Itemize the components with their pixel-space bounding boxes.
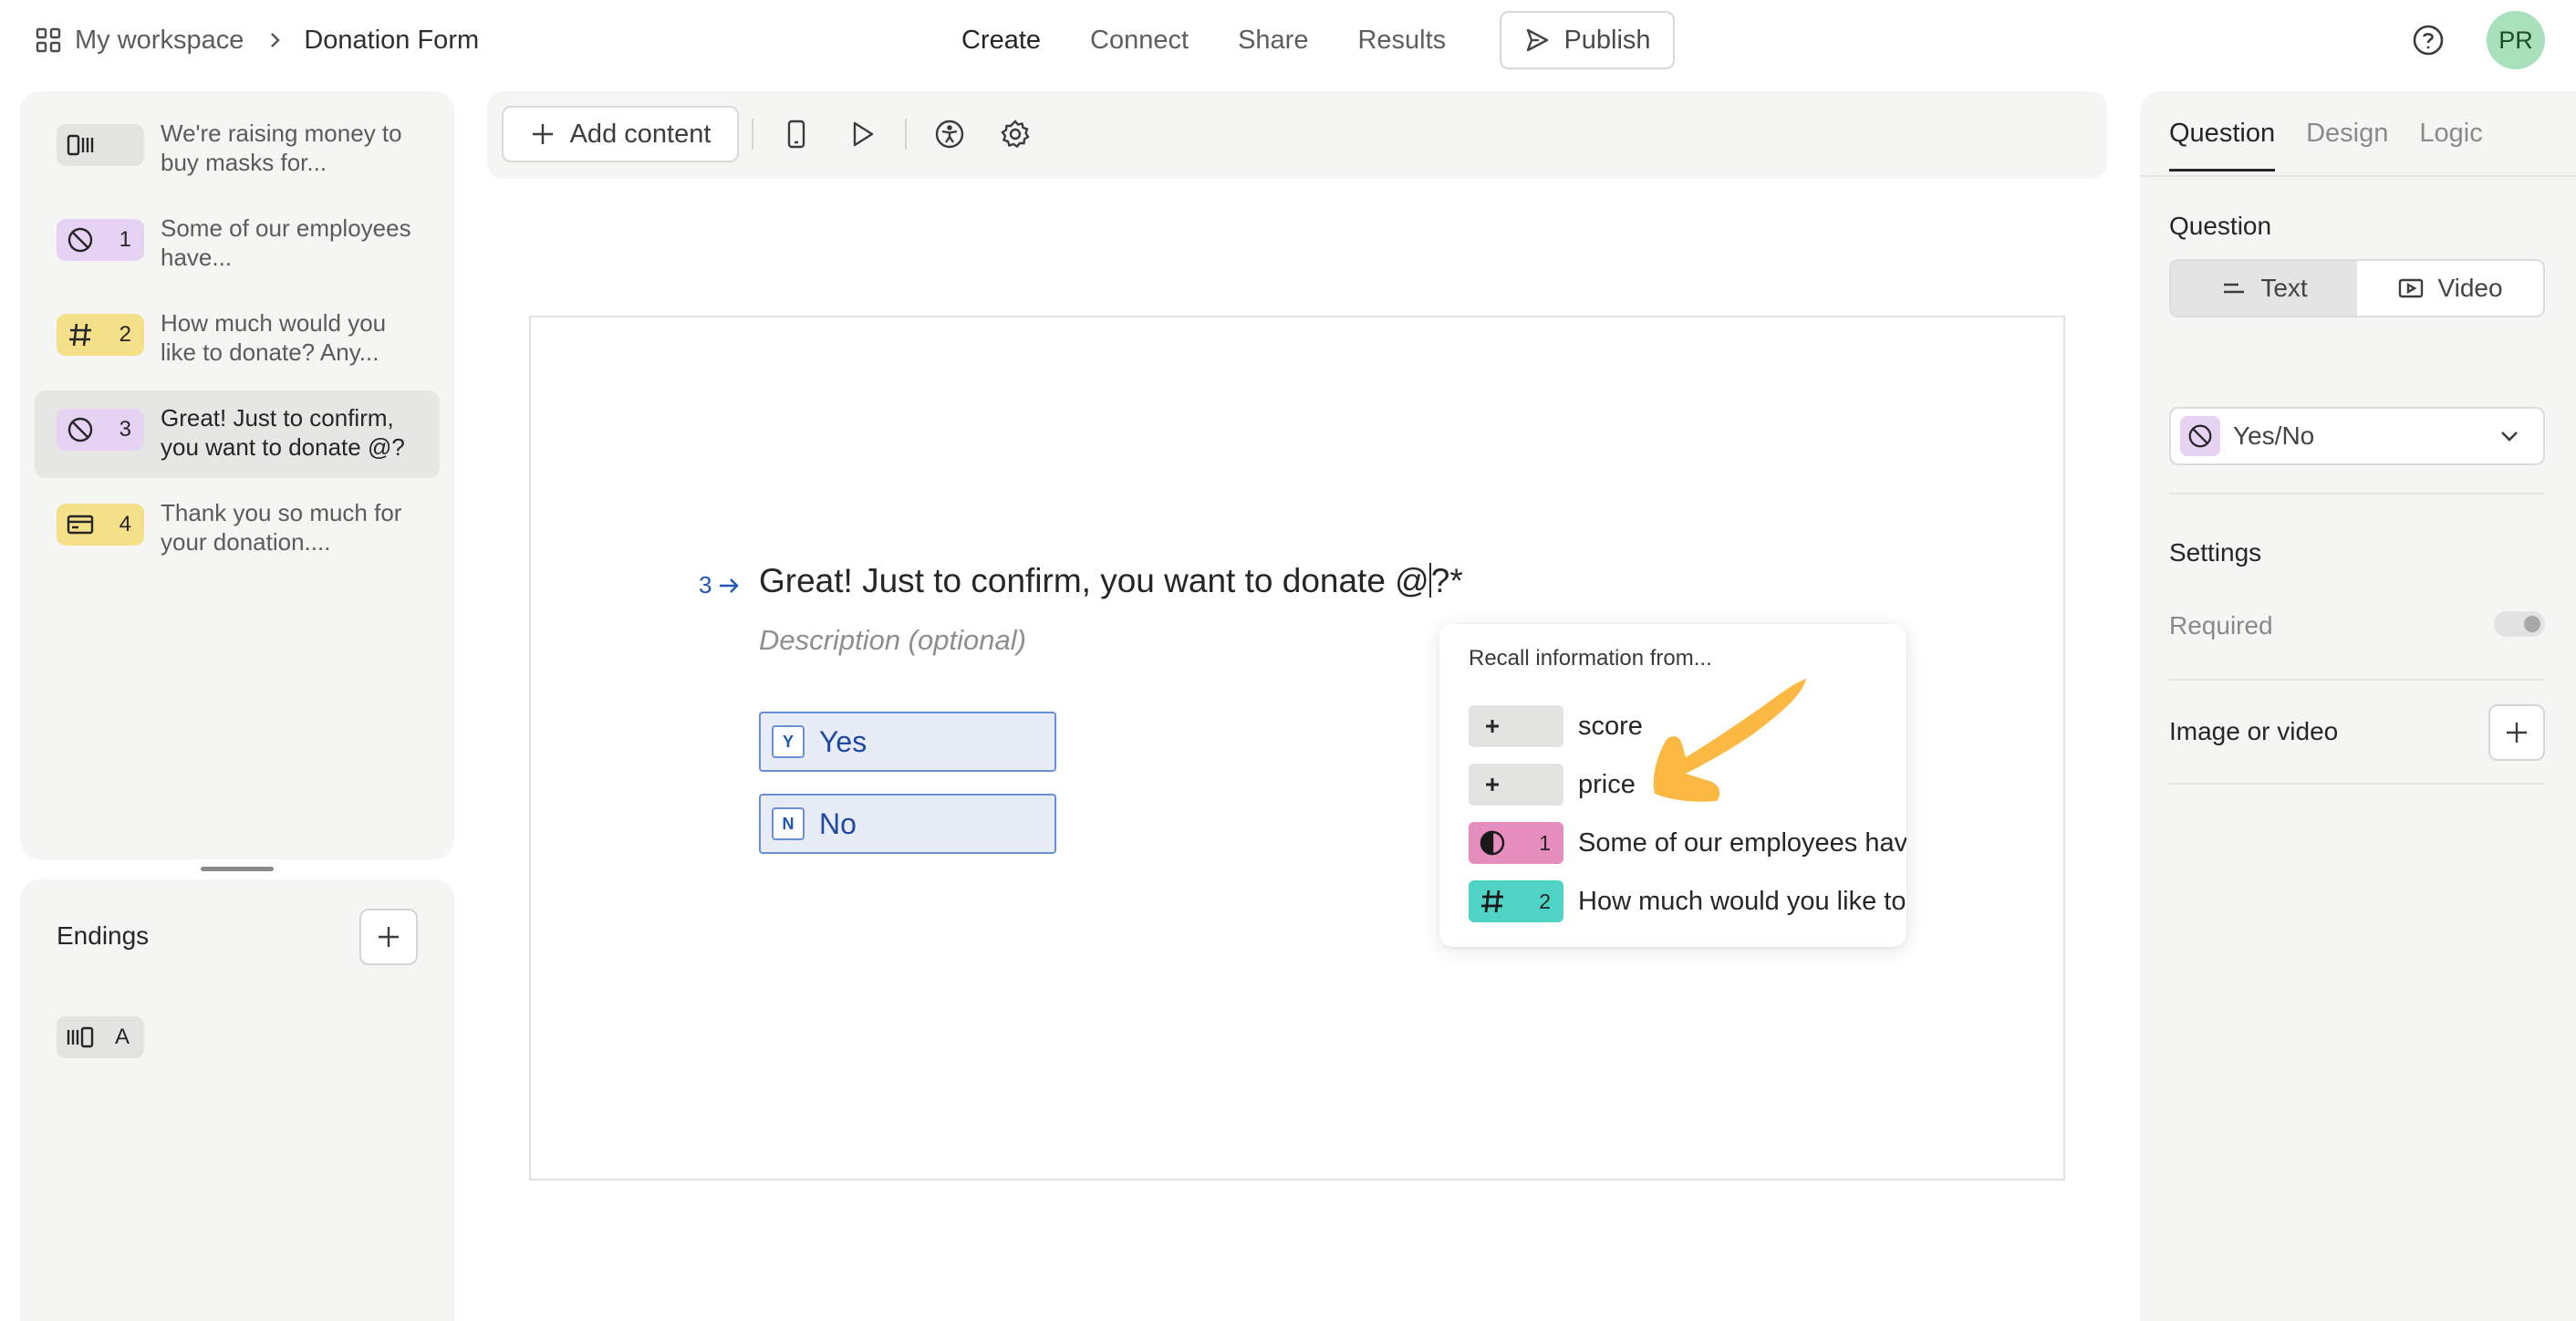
questions-panel: We're raising money to buy masks for... … (20, 91, 454, 859)
send-icon (1527, 28, 1549, 52)
choice-key: N (772, 807, 805, 840)
breadcrumb: My workspace Donation Form (35, 20, 479, 60)
main-nav: Create Connect Share Results (961, 20, 1495, 60)
description-input[interactable]: Description (optional) (759, 624, 1026, 657)
grid-icon[interactable] (35, 26, 62, 54)
question-item-2[interactable]: 2 How much would you like to donate? Any… (35, 296, 440, 383)
settings-label: Settings (2169, 538, 2262, 567)
question-item-3[interactable]: 3 Great! Just to confirm, you want to do… (35, 390, 440, 478)
divider (2169, 783, 2545, 785)
video-icon (2399, 278, 2424, 298)
mobile-preview-icon[interactable] (781, 119, 812, 150)
recall-item-question-1[interactable]: 1 Some of our employees have (1469, 821, 1906, 865)
plus-icon (2507, 723, 2527, 743)
question-item-text: Great! Just to confirm, you want to dona… (161, 404, 405, 461)
toolbar-divider (905, 119, 907, 150)
arrow-right-icon (720, 577, 740, 593)
properties-tabs: Question Design Logic (2169, 119, 2514, 172)
question-badge (57, 124, 144, 166)
welcome-screen-icon (67, 134, 94, 156)
question-type-dropdown[interactable]: Yes/No (2169, 407, 2545, 465)
question-badge: 1 (57, 219, 144, 261)
settings-gear-icon[interactable] (1000, 119, 1031, 150)
plus-icon (1486, 720, 1499, 733)
yes-no-icon (68, 227, 93, 253)
ending-item-a[interactable]: A (57, 1016, 144, 1058)
image-or-video-label: Image or video (2169, 717, 2339, 745)
choice-label: No (819, 806, 857, 840)
question-item-text: Some of our employees have... (161, 214, 411, 271)
add-image-video-button[interactable] (2488, 704, 2545, 761)
required-toggle[interactable] (2494, 611, 2545, 637)
contrast-icon (1480, 830, 1505, 856)
toolbar-divider (752, 119, 753, 150)
question-number: 3 (699, 571, 741, 599)
tab-logic[interactable]: Logic (2419, 119, 2482, 172)
question-item-1[interactable]: 1 Some of our employees have... (35, 201, 440, 288)
add-ending-button[interactable] (359, 909, 418, 965)
video-format-button[interactable]: Video (2357, 261, 2543, 316)
question-format-toggle: Text Video (2169, 259, 2545, 317)
yes-no-icon (68, 417, 93, 442)
help-icon[interactable] (2412, 24, 2445, 57)
required-label: Required (2169, 611, 2273, 640)
plus-icon (379, 927, 399, 947)
question-title-editor[interactable]: Great! Just to confirm, you want to dona… (759, 562, 1463, 600)
top-bar: My workspace Donation Form Create Connec… (0, 0, 2576, 80)
ending-screen-icon (67, 1026, 94, 1048)
choice-label: Yes (819, 724, 867, 758)
question-section-label: Question (2169, 212, 2272, 240)
yes-no-icon (2188, 424, 2212, 448)
avatar[interactable]: PR (2487, 11, 2545, 69)
tab-create[interactable]: Create (961, 26, 1041, 56)
breadcrumb-form[interactable]: Donation Form (304, 26, 479, 56)
publish-button[interactable]: Publish (1500, 11, 1675, 69)
question-badge: 4 (57, 504, 144, 546)
hashtag-icon (1481, 889, 1503, 913)
text-format-button[interactable]: Text (2171, 261, 2357, 316)
tab-results[interactable]: Results (1357, 26, 1446, 56)
choice-key: Y (772, 725, 805, 758)
plus-icon (1486, 778, 1499, 791)
annotation-arrow-icon (1653, 679, 1806, 802)
question-badge: 3 (57, 409, 144, 451)
hashtag-icon (69, 323, 91, 347)
endings-panel: Endings A (20, 879, 454, 1321)
question-item-welcome[interactable]: We're raising money to buy masks for... (35, 106, 440, 193)
publish-label: Publish (1563, 25, 1651, 55)
divider (2140, 175, 2576, 177)
divider (2169, 679, 2545, 681)
question-item-4[interactable]: 4 Thank you so much for your donation...… (35, 485, 440, 573)
text-lines-icon (2224, 283, 2245, 294)
payment-card-icon (67, 515, 94, 535)
question-item-text: How much would you like to donate? Any..… (161, 309, 387, 366)
panel-resize-handle[interactable] (201, 867, 274, 871)
breadcrumb-workspace[interactable]: My workspace (75, 26, 244, 56)
choice-no[interactable]: N No (759, 794, 1056, 854)
divider (2169, 493, 2545, 494)
add-content-button[interactable]: Add content (502, 106, 739, 162)
choice-yes[interactable]: Y Yes (759, 712, 1056, 772)
tab-share[interactable]: Share (1238, 26, 1308, 56)
tab-question[interactable]: Question (2169, 119, 2276, 172)
question-badge: 2 (57, 314, 144, 356)
question-item-text: Thank you so much for your donation.... (161, 499, 402, 556)
play-preview-icon[interactable] (847, 119, 878, 150)
tab-connect[interactable]: Connect (1090, 26, 1189, 56)
question-item-text: We're raising money to buy masks for... (161, 120, 402, 176)
endings-title: Endings (57, 921, 150, 950)
tab-design[interactable]: Design (2306, 119, 2388, 172)
avatar-initials: PR (2498, 26, 2533, 54)
accessibility-icon[interactable] (934, 119, 965, 150)
recall-item-question-2[interactable]: 2 How much would you like to (1469, 879, 1906, 923)
plus-icon (532, 124, 553, 144)
editor-toolbar: Add content (487, 91, 2107, 179)
chevron-right-icon (271, 33, 281, 47)
chevron-down-icon (2501, 432, 2518, 442)
